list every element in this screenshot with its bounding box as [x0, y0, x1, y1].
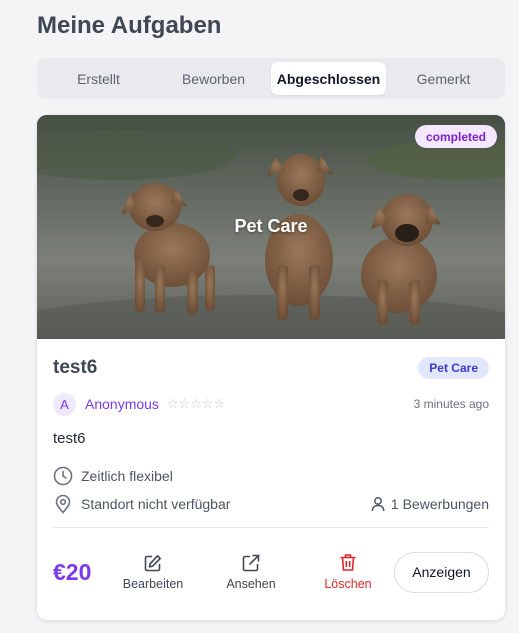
applications-count: 1 Bewerbungen: [370, 494, 489, 514]
location-text: Standort nicht verfügbar: [81, 496, 231, 512]
external-link-icon: [242, 554, 260, 571]
divider: [53, 527, 489, 528]
category-badge: Pet Care: [418, 357, 489, 379]
schedule-text: Zeitlich flexibel: [81, 468, 173, 484]
user-icon: [370, 494, 386, 514]
task-image: Pet Care completed: [37, 115, 505, 339]
applications-text: 1 Bewerbungen: [390, 496, 489, 512]
edit-button[interactable]: Bearbeiten: [117, 554, 189, 591]
status-badge: completed: [414, 125, 497, 148]
image-category-label: Pet Care: [234, 216, 308, 236]
page-title: Meine Aufgaben: [37, 12, 222, 39]
edit-label: Bearbeiten: [122, 576, 184, 591]
tab-erstellt[interactable]: Erstellt: [41, 62, 156, 95]
task-description: test6: [53, 430, 86, 447]
view-label: Ansehen: [226, 576, 276, 591]
task-card: Pet Care completed test6 Pet Care A Anon…: [37, 115, 505, 620]
trash-icon: [340, 554, 356, 571]
tab-abgeschlossen[interactable]: Abgeschlossen: [271, 62, 386, 95]
price: €20: [53, 558, 92, 585]
tab-beworben[interactable]: Beworben: [156, 62, 271, 95]
clock-icon: [53, 466, 73, 486]
edit-icon: [144, 554, 161, 571]
avatar: A: [53, 392, 76, 416]
tab-gemerkt[interactable]: Gemerkt: [386, 62, 501, 95]
tab-bar: Erstellt Beworben Abgeschlossen Gemerkt: [37, 58, 505, 99]
time-ago: 3 minutes ago: [413, 397, 489, 411]
author-name[interactable]: Anonymous: [85, 396, 159, 412]
show-button[interactable]: Anzeigen: [394, 551, 489, 593]
map-pin-icon: [53, 494, 73, 514]
rating-stars: ☆☆☆☆☆: [166, 396, 226, 411]
task-title: test6: [53, 357, 98, 378]
delete-label: Löschen: [324, 577, 372, 591]
view-button[interactable]: Ansehen: [221, 554, 281, 591]
delete-button[interactable]: Löschen: [318, 553, 378, 591]
